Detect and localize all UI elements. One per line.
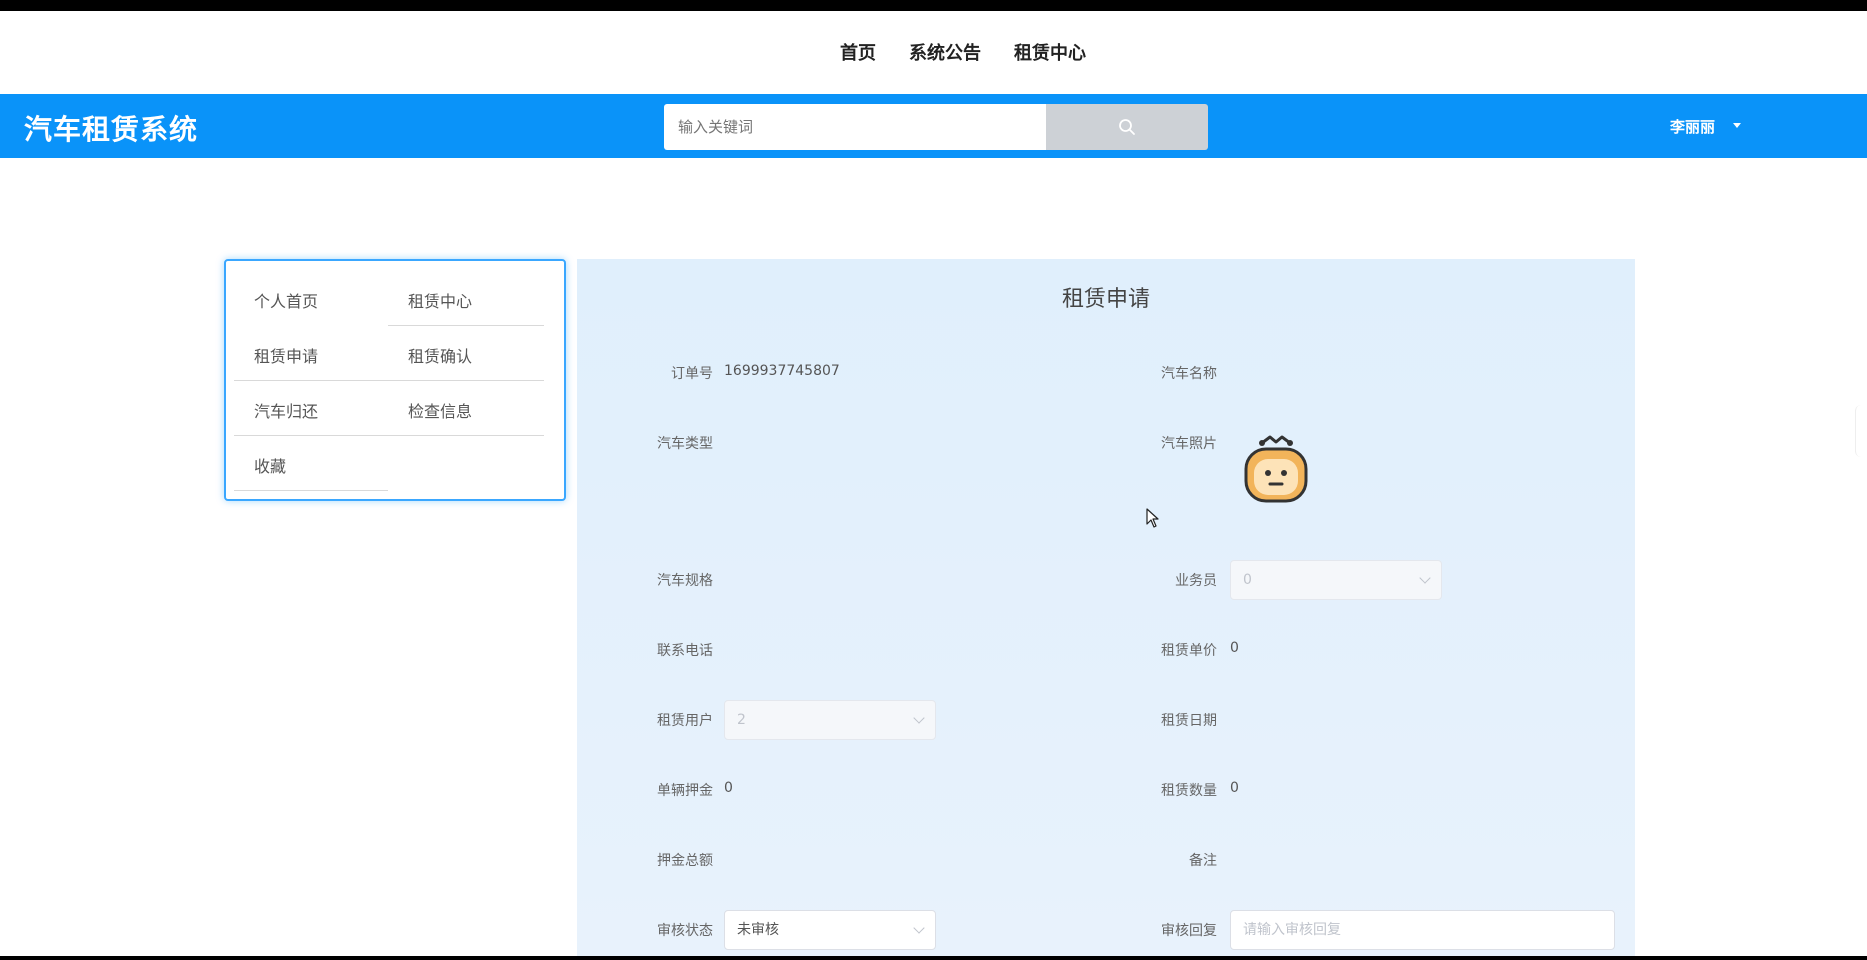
deposit-label: 单辆押金 — [657, 783, 713, 799]
menu-inspection-info[interactable]: 检查信息 — [408, 398, 472, 422]
salesman-select[interactable]: 0 — [1230, 560, 1442, 600]
car-type-label: 汽车类型 — [657, 436, 713, 452]
review-status-label: 审核状态 — [657, 923, 713, 939]
window-bottom-bar — [0, 956, 1867, 960]
car-photo-placeholder-icon — [1244, 435, 1308, 503]
car-name-label: 汽车名称 — [1161, 366, 1217, 382]
nav-rental-center[interactable]: 租赁中心 — [1014, 39, 1086, 65]
deposit-value: 0 — [724, 780, 733, 796]
menu-rental-apply[interactable]: 租赁申请 — [254, 343, 318, 367]
menu-divider — [234, 380, 544, 381]
car-photo-label: 汽车照片 — [1161, 436, 1217, 452]
order-no-value: 1699937745807 — [724, 363, 840, 379]
order-no-label: 订单号 — [671, 366, 713, 382]
menu-personal-home[interactable]: 个人首页 — [254, 288, 318, 312]
phone-label: 联系电话 — [657, 643, 713, 659]
salesman-select-value: 0 — [1243, 572, 1252, 588]
review-status-select-value: 未审核 — [737, 922, 779, 938]
remark-label: 备注 — [1189, 853, 1217, 869]
search-input[interactable] — [664, 104, 1046, 150]
menu-divider — [234, 490, 388, 491]
quantity-label: 租赁数量 — [1161, 783, 1217, 799]
top-navigation: 首页 系统公告 租赁中心 — [0, 11, 1867, 94]
search-icon — [1119, 119, 1135, 135]
review-status-select[interactable]: 未审核 — [724, 910, 936, 950]
header-bar: 汽车租赁系统 李丽丽 — [0, 94, 1867, 158]
review-reply-label: 审核回复 — [1161, 923, 1217, 939]
mouse-cursor-icon — [1146, 508, 1159, 528]
review-reply-input[interactable]: 请输入审核回复 — [1230, 910, 1615, 950]
quantity-value: 0 — [1230, 780, 1239, 796]
menu-favorites[interactable]: 收藏 — [254, 453, 286, 477]
caret-down-icon[interactable] — [1733, 123, 1741, 128]
form-title: 租赁申请 — [1061, 287, 1150, 312]
chevron-down-icon — [913, 922, 925, 934]
nav-announcements[interactable]: 系统公告 — [909, 39, 981, 65]
rent-user-select-value: 2 — [737, 712, 746, 728]
rental-application-form: 租赁申请 订单号 1699937745807 汽车名称 汽车类型 汽车照片 汽车… — [577, 259, 1635, 960]
user-menu-name[interactable]: 李丽丽 — [1670, 116, 1715, 137]
site-brand[interactable]: 汽车租赁系统 — [24, 108, 198, 148]
rent-user-label: 租赁用户 — [657, 713, 713, 729]
rent-user-select[interactable]: 2 — [724, 700, 936, 740]
chevron-down-icon — [1419, 572, 1431, 584]
window-top-bar — [0, 0, 1867, 11]
search-button[interactable] — [1046, 104, 1208, 150]
car-spec-label: 汽车规格 — [657, 573, 713, 589]
unit-price-label: 租赁单价 — [1161, 643, 1217, 659]
nav-home[interactable]: 首页 — [840, 39, 876, 65]
review-reply-placeholder: 请输入审核回复 — [1243, 922, 1341, 938]
user-side-menu: 个人首页 租赁中心 租赁申请 租赁确认 汽车归还 检查信息 收藏 — [224, 259, 566, 501]
chevron-down-icon — [913, 712, 925, 724]
menu-divider — [388, 325, 544, 326]
side-drawer-handle[interactable] — [1855, 405, 1867, 457]
deposit-total-label: 押金总额 — [657, 853, 713, 869]
menu-divider — [234, 435, 544, 436]
rent-date-label: 租赁日期 — [1161, 713, 1217, 729]
menu-rental-confirm[interactable]: 租赁确认 — [408, 343, 472, 367]
menu-rental-center[interactable]: 租赁中心 — [408, 288, 472, 312]
menu-car-return[interactable]: 汽车归还 — [254, 398, 318, 422]
salesman-label: 业务员 — [1175, 573, 1217, 589]
unit-price-value: 0 — [1230, 640, 1239, 656]
